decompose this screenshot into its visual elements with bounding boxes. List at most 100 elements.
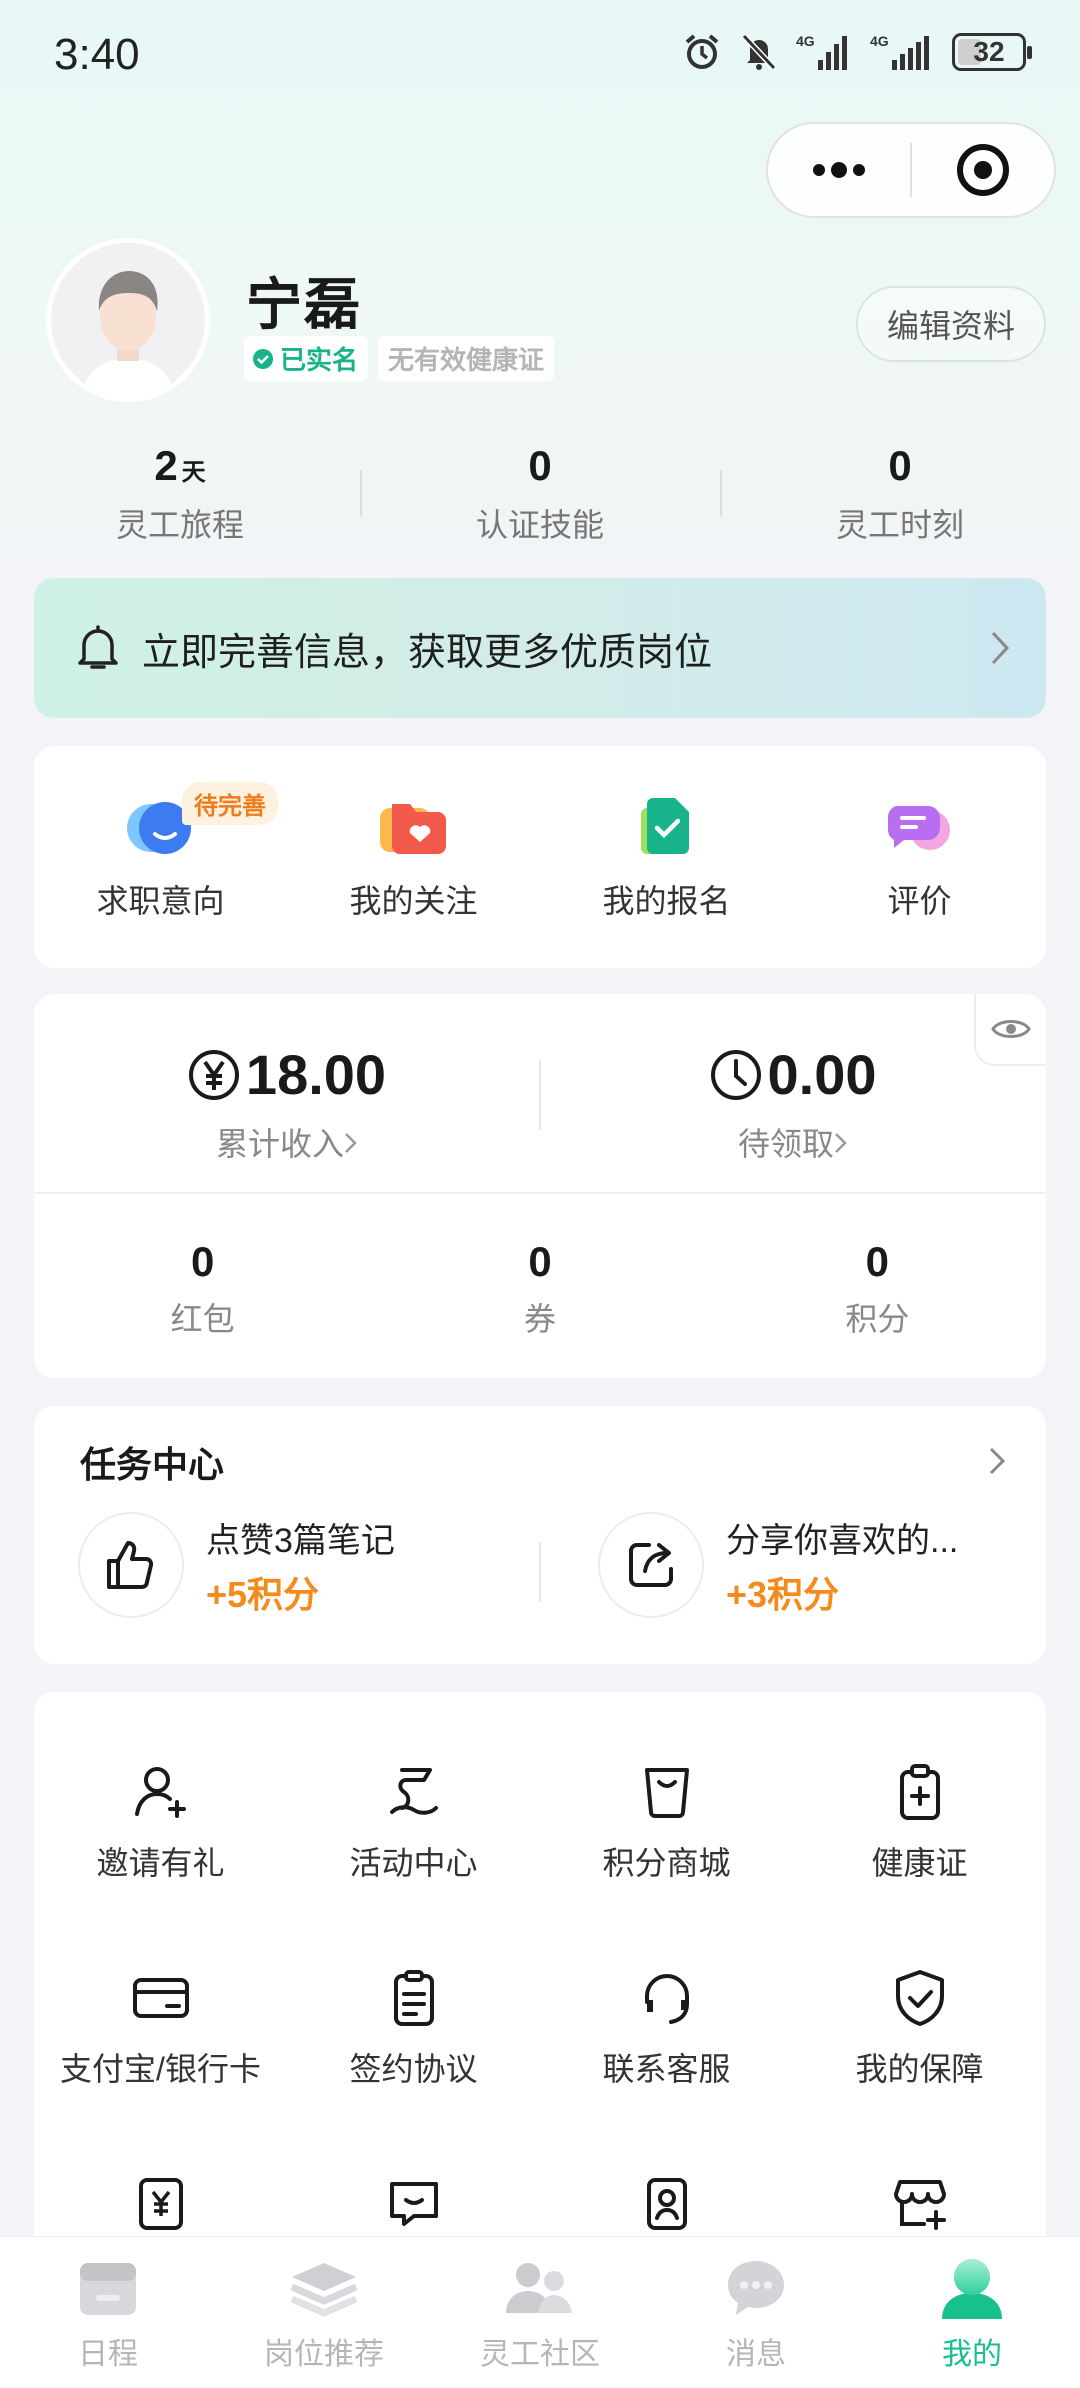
more-dots-icon [813, 162, 865, 178]
wallet-label: 红包 [170, 1301, 235, 1337]
yen-circle-icon [188, 1049, 239, 1100]
bell-icon [78, 625, 118, 669]
wallet-value: 0 [190, 1238, 215, 1285]
stat-journey[interactable]: 2天 灵工旅程 [0, 440, 360, 550]
tab-schedule[interactable]: 日程 [0, 2237, 216, 2388]
wallet-value: 0 [528, 1238, 552, 1285]
tool-invite[interactable]: 邀请有礼 [34, 1760, 287, 1900]
task-share[interactable]: 分享你喜欢的... +3积分 [598, 1510, 1038, 1620]
pending-income[interactable]: 0.00 待领取 [540, 994, 1046, 1192]
quick-favorites[interactable]: 我的关注 [287, 746, 540, 968]
health-cert-badge: 无有效健康证 [378, 336, 555, 381]
tab-jobs[interactable]: 岗位推荐 [216, 2237, 432, 2388]
svg-text:4G: 4G [870, 33, 889, 49]
task-like-notes[interactable]: 点赞3篇笔记 +5积分 [78, 1510, 518, 1620]
wallet-label: 券 [523, 1301, 556, 1337]
chevron-right-icon [345, 1133, 357, 1153]
tool-health-cert[interactable]: 健康证 [793, 1760, 1046, 1900]
tool-label: 活动中心 [349, 1845, 478, 1881]
tool-insurance[interactable]: 我的保障 [793, 1966, 1046, 2106]
chevron-right-icon[interactable] [988, 1446, 1006, 1476]
quick-reviews[interactable]: 评价 [793, 746, 1046, 968]
quick-applications[interactable]: 我的报名 [540, 746, 793, 968]
tool-contract[interactable]: 签约协议 [287, 1966, 540, 2106]
stat-moments[interactable]: 0 灵工时刻 [720, 440, 1080, 550]
total-income-value: 18.00 [245, 1043, 387, 1106]
tool-label: 邀请有礼 [96, 1845, 225, 1881]
tool-activity[interactable]: 活动中心 [287, 1760, 540, 1900]
bank-card-icon [132, 1978, 189, 2018]
message-icon [728, 2261, 784, 2315]
alarm-icon [685, 34, 719, 69]
tab-messages[interactable]: 消息 [648, 2237, 864, 2388]
invite-user-icon [134, 1767, 186, 1818]
shopping-bag-icon [644, 1768, 689, 1818]
status-time: 3:40 [54, 30, 140, 79]
edit-profile-button[interactable]: 编辑资料 [856, 286, 1046, 362]
wallet-label: 积分 [845, 1301, 910, 1337]
store-add-icon [893, 2180, 946, 2230]
headset-icon [644, 1974, 689, 2024]
tool-bank-card[interactable]: 支付宝/银行卡 [34, 1966, 287, 2106]
stats-row: 2天 灵工旅程 0 认证技能 0 灵工时刻 [0, 440, 1080, 550]
share-icon [629, 1543, 673, 1587]
avatar-image [51, 243, 205, 397]
contract-icon [393, 1970, 434, 2026]
community-icon [506, 2263, 572, 2313]
tool-label: 联系客服 [602, 2051, 731, 2087]
quick-label: 评价 [887, 883, 952, 919]
task-center-card: 任务中心 点赞3篇笔记 +5积分 分享你喜欢的... +3积分 [34, 1406, 1046, 1664]
complete-info-banner[interactable]: 立即完善信息，获取更多优质岗位 [34, 578, 1046, 718]
shield-check-icon [895, 1970, 944, 2026]
wallet-coupons[interactable]: 0 券 [371, 1194, 708, 1376]
task-center-title[interactable]: 任务中心 [80, 1436, 224, 1488]
chevron-right-icon [991, 631, 1010, 665]
avatar[interactable] [46, 238, 210, 402]
tab-label: 日程 [78, 2338, 138, 2371]
tab-label: 消息 [726, 2338, 786, 2371]
tab-community[interactable]: 灵工社区 [432, 2237, 648, 2388]
activity-flag-icon [389, 1768, 438, 1815]
wallet-value: 0 [865, 1238, 889, 1285]
user-name: 宁磊 [246, 273, 362, 336]
mute-bell-icon [741, 33, 777, 71]
stat-unit: 天 [181, 459, 206, 486]
tab-mine[interactable]: 我的 [864, 2237, 1080, 2388]
task-name: 点赞3篇笔记 [206, 1521, 395, 1560]
id-card-icon [646, 2178, 687, 2230]
task-reward: +5积分 [206, 1573, 320, 1615]
svg-text:4G: 4G [796, 33, 815, 49]
miniapp-capsule [766, 122, 1056, 218]
wallet-points[interactable]: 0 积分 [709, 1194, 1046, 1376]
stat-value: 2 [154, 442, 178, 489]
status-bar: 3:40 4G 4G 32 [0, 0, 1080, 110]
quick-job-intent[interactable]: 待完善 求职意向 [34, 746, 287, 968]
stat-label: 灵工旅程 [115, 507, 244, 543]
target-close-icon [957, 144, 1009, 196]
review-icon [887, 806, 950, 850]
status-icons: 4G 4G 32 [682, 32, 1032, 72]
quick-label: 我的报名 [602, 883, 731, 919]
battery-indicator: 32 [952, 33, 1032, 71]
close-miniapp-button[interactable] [912, 124, 1054, 216]
stat-value: 0 [528, 442, 552, 489]
task-reward: +3积分 [726, 1573, 840, 1615]
banner-text: 立即完善信息，获取更多优质岗位 [142, 631, 713, 674]
total-income[interactable]: 18.00 累计收入 [34, 994, 540, 1192]
stat-skills[interactable]: 0 认证技能 [360, 440, 720, 550]
income-card: 18.00 累计收入 0.00 待领取 0 红包 0 券 0 积分 [34, 994, 1046, 1378]
chevron-right-icon [835, 1133, 847, 1153]
quick-actions-card: 待完善 求职意向 我的关注 我的报名 评价 [34, 746, 1046, 968]
tool-customer-service[interactable]: 联系客服 [540, 1966, 793, 2106]
badges: 已实名 无有效健康证 [244, 336, 555, 381]
wallet-red-packet[interactable]: 0 红包 [34, 1194, 371, 1376]
layers-icon [290, 2263, 358, 2317]
tool-label: 我的保障 [855, 2051, 984, 2087]
tool-points-mall[interactable]: 积分商城 [540, 1760, 793, 1900]
tab-label: 岗位推荐 [264, 2338, 384, 2371]
more-button[interactable] [768, 124, 910, 216]
favorites-icon [379, 804, 446, 854]
pending-income-value: 0.00 [767, 1043, 877, 1106]
verified-badge: 已实名 [244, 336, 369, 381]
signal-4g-icon-2: 4G [870, 33, 929, 70]
